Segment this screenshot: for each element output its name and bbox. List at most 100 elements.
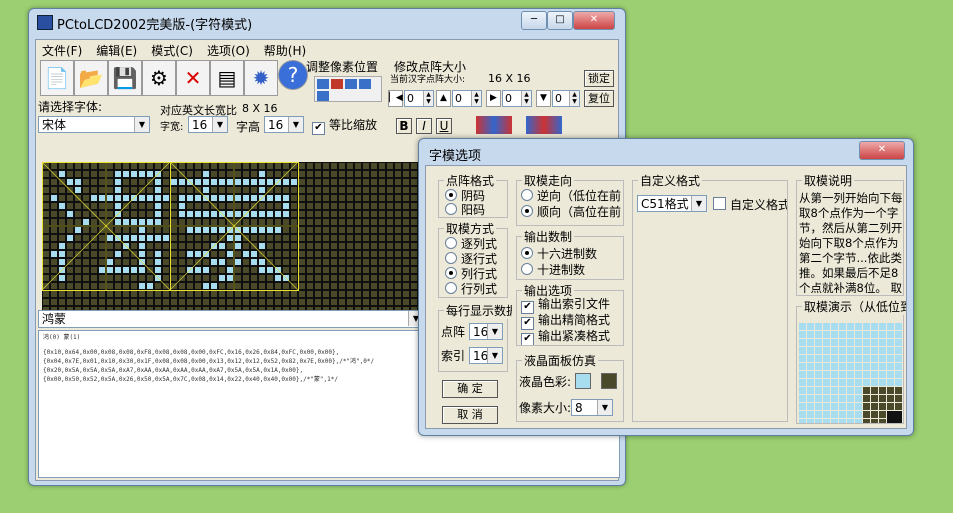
grid-dot[interactable] [211,179,217,185]
input-text-field[interactable]: 鸿蒙 ▼ [38,310,424,328]
grid-dot[interactable] [291,291,297,297]
proportional-checkbox[interactable]: ✔ 等比缩放 [312,118,377,135]
grid-dot[interactable] [339,291,345,297]
grid-dot[interactable] [251,283,257,289]
grid-dot[interactable] [139,179,145,185]
grid-dot[interactable] [355,219,361,225]
grid-dot[interactable] [91,227,97,233]
grid-dot[interactable] [331,259,337,265]
grid-dot[interactable] [211,275,217,281]
new-file-icon[interactable]: 📄 [40,60,74,96]
grid-dot[interactable] [91,259,97,265]
grid-dot[interactable] [147,211,153,217]
grid-dot[interactable] [43,243,49,249]
grid-dot[interactable] [99,291,105,297]
grid-dot[interactable] [347,171,353,177]
grid-dot[interactable] [259,219,265,225]
grid-dot[interactable] [83,187,89,193]
grid-dot[interactable] [219,243,225,249]
grid-dot[interactable] [235,211,241,217]
grid-dot[interactable] [395,219,401,225]
grid-dot[interactable] [347,291,353,297]
grid-dot[interactable] [387,227,393,233]
grid-dot[interactable] [371,227,377,233]
grid-dot[interactable] [195,211,201,217]
grid-dot[interactable] [235,203,241,209]
grid-dot[interactable] [171,299,177,305]
grid-dot[interactable] [403,235,409,241]
grid-dot[interactable] [147,291,153,297]
lock-button[interactable]: 锁定 [584,70,614,87]
grid-dot[interactable] [171,179,177,185]
grid-dot[interactable] [179,267,185,273]
grid-dot[interactable] [275,195,281,201]
grid-dot[interactable] [395,275,401,281]
grid-dot[interactable] [115,163,121,169]
grid-dot[interactable] [179,291,185,297]
grid-dot[interactable] [131,291,137,297]
grid-dot[interactable] [139,243,145,249]
grid-dot[interactable] [107,187,113,193]
grid-dot[interactable] [347,243,353,249]
grid-dot[interactable] [123,219,129,225]
grid-dot[interactable] [187,243,193,249]
grid-dot[interactable] [83,179,89,185]
grid-dot[interactable] [347,259,353,265]
grid-dot[interactable] [131,187,137,193]
grid-dot[interactable] [147,299,153,305]
grid-dot[interactable] [291,227,297,233]
grid-dot[interactable] [355,187,361,193]
grid-dot[interactable] [67,171,73,177]
grid-dot[interactable] [59,275,65,281]
grid-dot[interactable] [395,299,401,305]
grid-dot[interactable] [331,243,337,249]
grid-dot[interactable] [347,251,353,257]
grid-dot[interactable] [155,195,161,201]
grid-dot[interactable] [315,243,321,249]
grid-dot[interactable] [395,203,401,209]
grid-dot[interactable] [379,283,385,289]
grid-dot[interactable] [187,259,193,265]
grid-dot[interactable] [363,227,369,233]
grid-dot[interactable] [267,227,273,233]
radio-forward[interactable]: 顺向（高位在前） [521,205,621,219]
radio-positive[interactable]: 阳码 [445,203,485,217]
grid-dot[interactable] [251,251,257,257]
grid-dot[interactable] [203,283,209,289]
grid-dot[interactable] [67,275,73,281]
grid-dot[interactable] [59,283,65,289]
grid-dot[interactable] [379,227,385,233]
grid-dot[interactable] [67,163,73,169]
shift-up-icon[interactable] [317,79,329,89]
delete-icon[interactable]: ✕ [176,60,210,96]
grid-dot[interactable] [203,203,209,209]
grid-dot[interactable] [379,203,385,209]
grid-dot[interactable] [259,243,265,249]
reset-button[interactable]: 复位 [584,90,614,107]
grid-dot[interactable] [403,179,409,185]
grid-dot[interactable] [155,299,161,305]
grid-dot[interactable] [307,203,313,209]
grid-dot[interactable] [323,259,329,265]
grid-dot[interactable] [379,291,385,297]
grid-dot[interactable] [163,291,169,297]
grid-dot[interactable] [155,283,161,289]
grid-dot[interactable] [51,267,57,273]
grid-dot[interactable] [131,283,137,289]
grid-dot[interactable] [59,163,65,169]
grid-dot[interactable] [371,179,377,185]
grid-dot[interactable] [83,195,89,201]
grid-dot[interactable] [211,163,217,169]
grid-dot[interactable] [363,211,369,217]
menu-edit[interactable]: 编辑(E) [96,42,137,59]
grid-dot[interactable] [403,243,409,249]
grid-dot[interactable] [307,235,313,241]
grid-dot[interactable] [411,235,417,241]
grid-dot[interactable] [379,163,385,169]
grid-dot[interactable] [395,235,401,241]
grid-dot[interactable] [395,291,401,297]
grid-dot[interactable] [211,291,217,297]
grid-dot[interactable] [395,187,401,193]
grid-dot[interactable] [227,283,233,289]
grid-dot[interactable] [363,163,369,169]
